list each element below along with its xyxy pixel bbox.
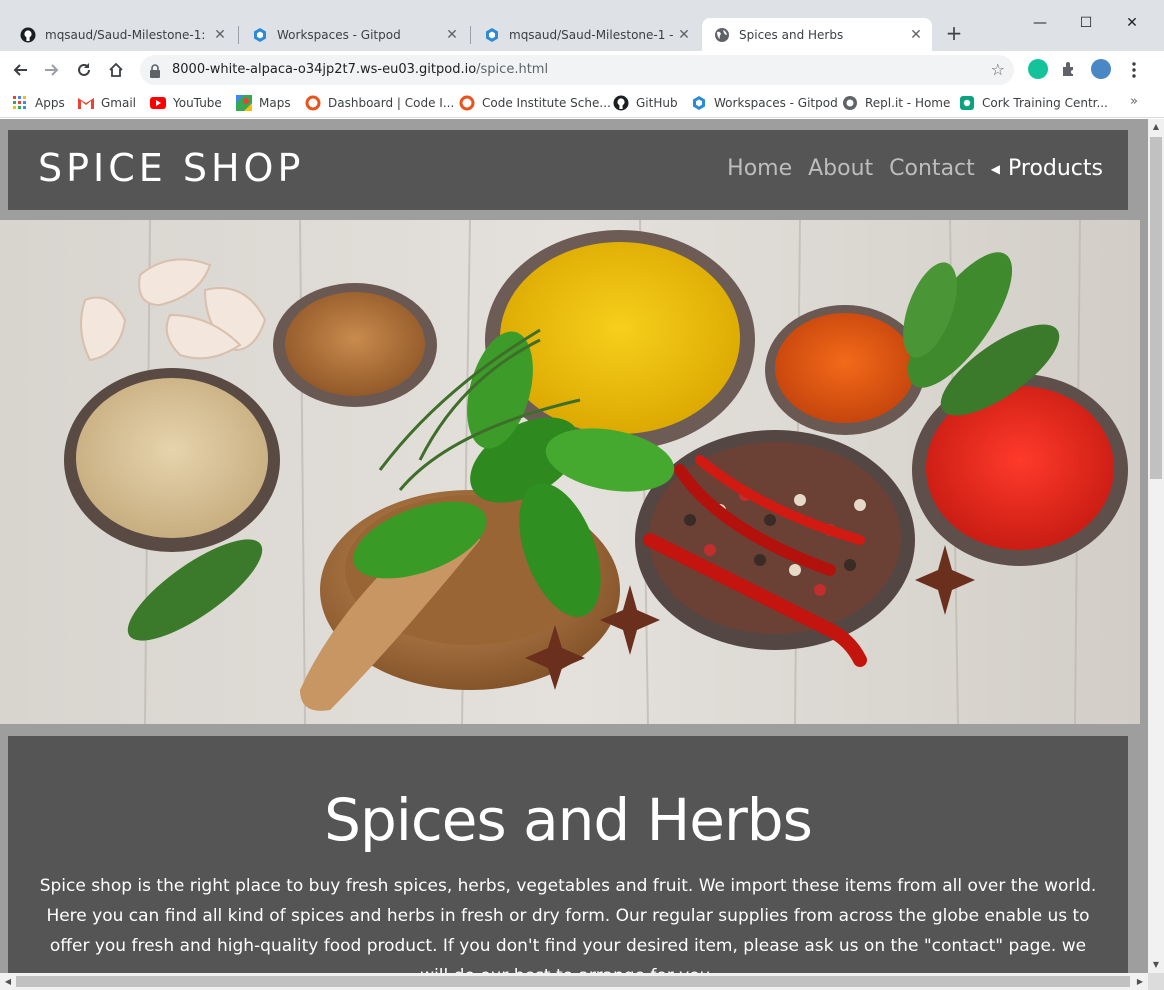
back-button[interactable] xyxy=(6,56,34,84)
bookmark-label: Repl.it - Home xyxy=(865,96,951,110)
tab-close-icon[interactable]: ✕ xyxy=(906,27,926,43)
kebab-menu-icon xyxy=(1132,62,1136,78)
horizontal-scroll-thumb[interactable] xyxy=(16,976,1130,987)
page-heading: Spices and Herbs xyxy=(324,786,813,854)
tab-title: Workspaces - Gitpod xyxy=(277,27,401,42)
new-tab-button[interactable]: + xyxy=(942,22,966,46)
bookmark-github[interactable]: GitHub xyxy=(613,93,678,113)
bookmark-replit[interactable]: Repl.it - Home xyxy=(842,93,950,113)
github-icon xyxy=(613,95,629,111)
page-viewport: SPICE SHOP Home About Contact ◀ Products xyxy=(0,119,1148,973)
tab-close-icon[interactable]: ✕ xyxy=(210,27,230,43)
forward-button[interactable] xyxy=(38,56,66,84)
bookmark-label: Maps xyxy=(259,96,291,110)
home-icon xyxy=(109,62,123,77)
bookmark-label: Code Institute Sche... xyxy=(482,96,611,110)
url-path: /spice.html xyxy=(476,62,549,77)
globe-icon xyxy=(714,27,730,43)
code-institute-icon xyxy=(459,95,475,111)
arrow-left-icon xyxy=(13,64,27,76)
nav-link-products[interactable]: Products xyxy=(1008,156,1103,181)
nav-link-contact[interactable]: Contact xyxy=(889,156,975,181)
intro-paragraph: Spice shop is the right place to buy fre… xyxy=(39,876,1097,973)
bookmark-code-institute-schedule[interactable]: Code Institute Sche... xyxy=(459,93,611,113)
bookmark-apps[interactable]: Apps xyxy=(12,93,65,113)
bookmark-label: GitHub xyxy=(636,96,678,110)
hero-spices-image xyxy=(0,220,1140,724)
gitpod-icon xyxy=(252,27,268,43)
browser-tab-github-repo[interactable]: mqsaud/Saud-Milestone-1: My ✕ xyxy=(8,18,236,51)
bookmark-label: Workspaces - Gitpod xyxy=(714,96,838,110)
browser-tab-gitpod-workspaces[interactable]: Workspaces - Gitpod ✕ xyxy=(240,18,468,51)
arrow-right-icon xyxy=(45,64,59,76)
bookmark-label: Apps xyxy=(35,96,65,110)
bookmark-cork-training[interactable]: Cork Training Centr... xyxy=(959,93,1108,113)
profile-avatar[interactable] xyxy=(1091,59,1111,79)
tab-separator xyxy=(470,26,471,44)
caret-left-icon: ◀ xyxy=(990,161,1000,176)
scroll-right-icon[interactable]: ▶ xyxy=(1132,973,1148,990)
close-window-button[interactable]: ✕ xyxy=(1109,10,1155,36)
home-button[interactable] xyxy=(102,56,130,84)
scrollbar-corner xyxy=(1148,973,1164,990)
bookmark-label: Dashboard | Code I... xyxy=(328,96,455,110)
browser-tab-strip: mqsaud/Saud-Milestone-1: My ✕ Workspaces… xyxy=(0,0,1164,51)
vertical-scroll-thumb[interactable] xyxy=(1150,137,1162,479)
gitpod-icon xyxy=(691,95,707,111)
bookmark-youtube[interactable]: YouTube xyxy=(150,93,222,113)
intro-section: Spices and Herbs Spice shop is the right… xyxy=(8,736,1128,973)
gmail-icon xyxy=(78,95,94,111)
bookmark-gmail[interactable]: Gmail xyxy=(78,93,136,113)
browser-toolbar: 8000-white-alpaca-o34jp2t7.ws-eu03.gitpo… xyxy=(0,51,1164,88)
url-text: 8000-white-alpaca-o34jp2t7.ws-eu03.gitpo… xyxy=(172,62,548,77)
tab-close-icon[interactable]: ✕ xyxy=(674,27,694,43)
bookmarks-bar: Apps Gmail YouTube Maps Dashboard | Code… xyxy=(0,88,1164,118)
scroll-down-icon[interactable]: ▼ xyxy=(1148,957,1164,973)
tab-title: Spices and Herbs xyxy=(739,27,844,42)
bookmark-star-icon[interactable]: ☆ xyxy=(991,60,1005,79)
tab-separator xyxy=(238,26,239,44)
cork-training-icon xyxy=(959,95,975,111)
apps-grid-icon xyxy=(12,95,28,111)
bookmark-gitpod[interactable]: Workspaces - Gitpod xyxy=(691,93,838,113)
url-host: 8000-white-alpaca-o34jp2t7.ws-eu03.gitpo… xyxy=(172,62,477,77)
tab-title: mqsaud/Saud-Milestone-1: My xyxy=(45,27,210,42)
replit-icon xyxy=(842,95,858,111)
gitpod-icon xyxy=(484,27,500,43)
bookmark-label: Cork Training Centr... xyxy=(982,96,1108,110)
reload-icon xyxy=(78,63,90,76)
scroll-up-icon[interactable]: ▲ xyxy=(1148,119,1164,135)
nav-link-about[interactable]: About xyxy=(808,156,873,181)
maps-icon xyxy=(236,95,252,111)
bookmark-code-institute-dashboard[interactable]: Dashboard | Code I... xyxy=(305,93,454,113)
grammarly-extension-icon[interactable] xyxy=(1028,59,1048,79)
site-header: SPICE SHOP Home About Contact ◀ Products xyxy=(8,130,1128,210)
tab-title: mqsaud/Saud-Milestone-1 - m xyxy=(509,27,674,42)
bookmarks-overflow-button[interactable]: » xyxy=(1130,94,1138,109)
youtube-icon xyxy=(150,95,166,111)
maximize-button[interactable]: ☐ xyxy=(1063,10,1109,36)
browser-menu-button[interactable] xyxy=(1120,56,1148,84)
horizontal-scrollbar[interactable]: ◀ ▶ xyxy=(0,973,1148,990)
vertical-scrollbar[interactable]: ▲ ▼ xyxy=(1148,119,1164,973)
browser-tab-gitpod-milestone[interactable]: mqsaud/Saud-Milestone-1 - m ✕ xyxy=(472,18,700,51)
scroll-left-icon[interactable]: ◀ xyxy=(0,973,16,990)
bookmark-label: YouTube xyxy=(173,96,222,110)
github-icon xyxy=(20,27,36,43)
nav-link-home[interactable]: Home xyxy=(727,156,792,181)
tab-close-icon[interactable]: ✕ xyxy=(442,27,462,43)
code-institute-icon xyxy=(305,95,321,111)
bookmark-maps[interactable]: Maps xyxy=(236,93,291,113)
minimize-button[interactable]: — xyxy=(1017,10,1063,36)
lock-icon xyxy=(149,63,161,82)
browser-tab-spices-and-herbs[interactable]: Spices and Herbs ✕ xyxy=(702,18,932,51)
address-bar[interactable]: 8000-white-alpaca-o34jp2t7.ws-eu03.gitpo… xyxy=(140,55,1014,85)
site-logo[interactable]: SPICE SHOP xyxy=(38,146,304,190)
extensions-puzzle-icon[interactable] xyxy=(1059,59,1079,79)
reload-button[interactable] xyxy=(70,56,98,84)
bookmark-label: Gmail xyxy=(101,96,137,110)
site-nav: Home About Contact ◀ Products xyxy=(711,156,1103,181)
